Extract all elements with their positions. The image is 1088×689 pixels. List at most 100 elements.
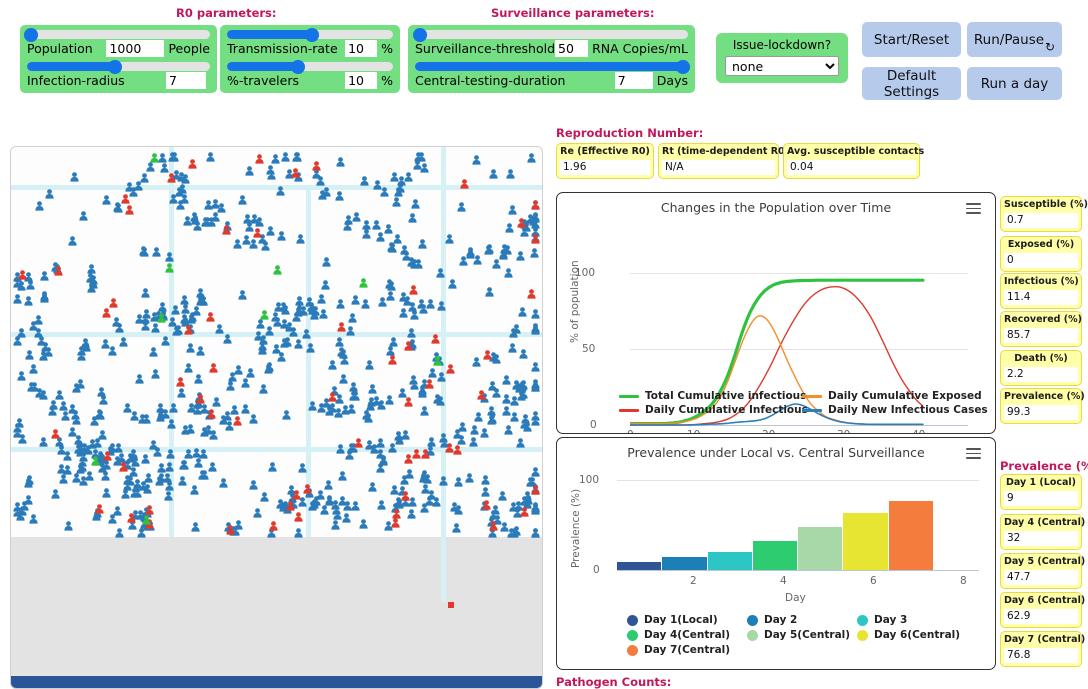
slider-population[interactable]: Population 1000 People bbox=[25, 30, 212, 58]
lockdown-select[interactable]: none bbox=[725, 56, 839, 76]
value-central-testing-duration[interactable]: 7 bbox=[615, 72, 653, 89]
slider-thumb-central-testing-duration[interactable] bbox=[676, 60, 690, 74]
slider-thumb-transmission-rate[interactable] bbox=[305, 28, 319, 42]
chart-menu-icon[interactable] bbox=[966, 203, 981, 214]
person-agent bbox=[165, 249, 174, 259]
start-reset-button[interactable]: Start/Reset bbox=[862, 22, 961, 57]
person-agent bbox=[222, 222, 231, 232]
person-agent bbox=[436, 265, 445, 275]
person-agent bbox=[149, 344, 158, 354]
person-agent bbox=[155, 473, 164, 483]
person-agent bbox=[368, 479, 377, 489]
person-agent bbox=[40, 288, 49, 298]
slider-track-central-testing-duration[interactable] bbox=[415, 62, 688, 71]
person-agent bbox=[150, 150, 159, 160]
slider-thumb-population[interactable] bbox=[24, 28, 38, 42]
person-agent bbox=[72, 470, 81, 480]
person-agent bbox=[226, 378, 235, 388]
value-surveillance-threshold[interactable]: 50 bbox=[555, 40, 588, 57]
value-population[interactable]: 1000 bbox=[106, 40, 164, 57]
person-agent bbox=[384, 221, 393, 231]
bar[interactable] bbox=[753, 541, 797, 570]
legend-swatch bbox=[802, 395, 822, 398]
default-settings-button[interactable]: Default Settings bbox=[862, 67, 961, 100]
value-transmission-rate[interactable]: 10 bbox=[345, 40, 377, 57]
run-a-day-button[interactable]: Run a day bbox=[967, 67, 1062, 100]
chart1-legend-item[interactable]: Daily Cumulative Exposed bbox=[802, 390, 982, 402]
person-agent bbox=[165, 478, 174, 488]
bar[interactable] bbox=[708, 552, 752, 570]
person-agent bbox=[331, 517, 340, 527]
person-agent bbox=[328, 389, 337, 399]
person-agent bbox=[24, 492, 33, 502]
slider-transmission-rate[interactable]: Transmission-rate 10 % bbox=[225, 30, 395, 58]
person-agent bbox=[24, 293, 33, 303]
person-agent bbox=[115, 525, 124, 535]
bar[interactable] bbox=[662, 557, 706, 570]
chart2-legend-item[interactable]: Day 6(Central) bbox=[857, 629, 960, 641]
person-agent bbox=[292, 149, 301, 159]
slider-track-pct-travelers[interactable] bbox=[227, 62, 393, 71]
chart1-legend-item[interactable]: Daily Cumulative Infectious bbox=[619, 404, 808, 416]
person-agent bbox=[336, 154, 345, 164]
person-agent bbox=[503, 242, 512, 252]
bar[interactable] bbox=[798, 527, 842, 570]
person-agent bbox=[206, 309, 215, 319]
person-agent bbox=[112, 314, 121, 324]
param-group-population: Population 1000 People Infection-radius … bbox=[20, 25, 217, 93]
chart2-legend-item[interactable]: Day 4(Central) bbox=[627, 629, 730, 641]
chart1-legend-item[interactable]: Daily New Infectious Cases bbox=[802, 404, 988, 416]
chart2-ylabel: Prevalence (%) bbox=[570, 489, 582, 568]
slider-infection-radius[interactable]: Infection-radius 7 bbox=[25, 62, 212, 90]
lockdown-label: Issue-lockdown? bbox=[724, 38, 840, 52]
person-agent bbox=[282, 407, 291, 417]
slider-surveillance-threshold[interactable]: Surveillance-threshold 50 RNA Copies/mL bbox=[413, 30, 690, 58]
slider-thumb-surveillance-threshold[interactable] bbox=[413, 28, 427, 42]
slider-pct-travelers[interactable]: %-travelers 10 % bbox=[225, 62, 395, 90]
person-agent bbox=[336, 296, 345, 306]
bar[interactable] bbox=[889, 501, 933, 570]
simulation-canvas[interactable] bbox=[10, 146, 543, 689]
legend-swatch bbox=[627, 630, 638, 641]
person-agent bbox=[337, 319, 346, 329]
person-agent bbox=[181, 171, 190, 181]
stat-value: N/A bbox=[662, 160, 775, 175]
person-agent bbox=[390, 169, 399, 179]
person-agent bbox=[51, 426, 60, 436]
chart2-legend-item[interactable]: Day 2 bbox=[747, 614, 797, 626]
slider-central-testing-duration[interactable]: Central-testing-duration 7 Days bbox=[413, 62, 690, 90]
person-agent bbox=[308, 398, 317, 408]
slider-thumb-pct-travelers[interactable] bbox=[291, 60, 305, 74]
slider-track-infection-radius[interactable] bbox=[27, 62, 210, 71]
person-agent bbox=[266, 162, 275, 172]
chart1-legend-item[interactable]: Total Cumulative infectious bbox=[619, 390, 806, 402]
slider-track-population[interactable] bbox=[27, 30, 210, 39]
person-agent bbox=[404, 338, 413, 348]
bar[interactable] bbox=[843, 513, 887, 570]
slider-track-surveillance-threshold[interactable] bbox=[415, 30, 688, 39]
person-agent bbox=[121, 191, 130, 201]
unit-population: People bbox=[168, 41, 212, 56]
person-agent bbox=[206, 149, 215, 159]
chart2-legend-item[interactable]: Day 1(Local) bbox=[627, 614, 718, 626]
person-agent bbox=[89, 276, 98, 286]
person-agent bbox=[531, 525, 540, 535]
person-agent bbox=[186, 340, 195, 350]
legend-swatch bbox=[747, 615, 758, 626]
chart1-xtick: 30 bbox=[837, 429, 850, 434]
person-agent bbox=[35, 198, 44, 208]
slider-track-transmission-rate[interactable] bbox=[227, 30, 393, 39]
chart2-legend-item[interactable]: Day 3 bbox=[857, 614, 907, 626]
value-pct-travelers[interactable]: 10 bbox=[345, 72, 377, 89]
chart2-legend-item[interactable]: Day 7(Central) bbox=[627, 644, 730, 656]
person-agent bbox=[91, 453, 100, 463]
chart1-xtick: 10 bbox=[687, 429, 700, 434]
slider-thumb-infection-radius[interactable] bbox=[108, 60, 122, 74]
chart2-legend-item[interactable]: Day 5(Central) bbox=[747, 629, 850, 641]
value-infection-radius[interactable]: 7 bbox=[166, 72, 206, 89]
person-agent bbox=[359, 275, 368, 285]
bar[interactable] bbox=[617, 562, 661, 570]
chart-menu-icon[interactable] bbox=[966, 448, 981, 459]
run-pause-button[interactable]: Run/Pause↻ bbox=[967, 22, 1062, 57]
person-agent bbox=[140, 244, 149, 254]
